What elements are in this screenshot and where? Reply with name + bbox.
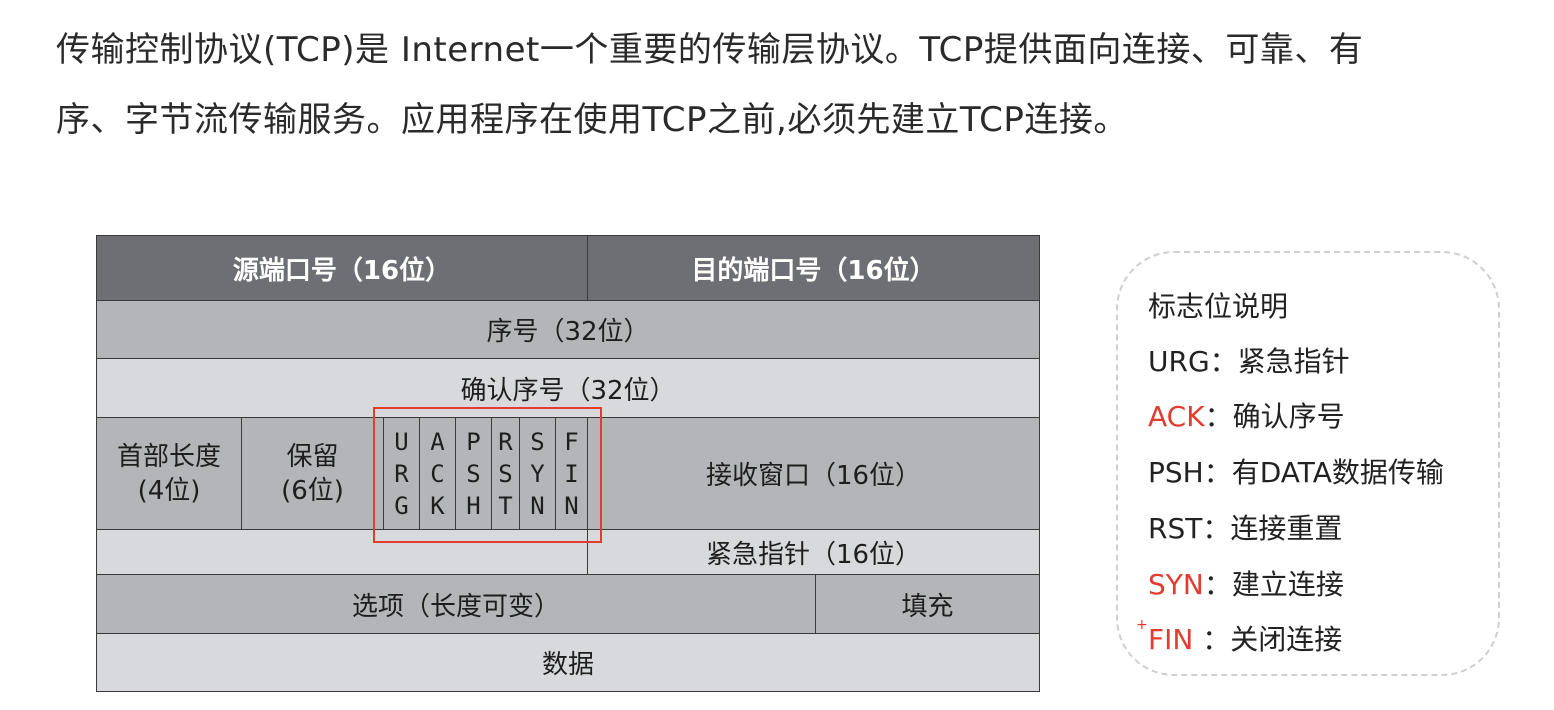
- legend-desc-psh: 有DATA数据传输: [1231, 456, 1444, 489]
- reserved-label: 保留: [286, 441, 339, 472]
- flag-fin-letter-1: F: [564, 427, 579, 456]
- sequence-number-field: 序号（32位）: [97, 301, 1039, 358]
- header-row-options: 选项（长度可变） 填充: [96, 574, 1040, 634]
- legend-sep-rst: ：: [1202, 512, 1231, 545]
- legend-sep-ack: ：: [1204, 400, 1233, 433]
- receive-window-field: 接收窗口（16位）: [587, 418, 1039, 529]
- flag-ack: A C K: [419, 418, 455, 529]
- legend-item-ack: ACK：确认序号: [1148, 395, 1345, 435]
- legend-fin-marker: +: [1136, 617, 1148, 633]
- flag-psh-letter-2: S: [466, 459, 481, 488]
- source-port-field: 源端口号（16位）: [97, 236, 587, 300]
- legend-code-psh: PSH: [1148, 456, 1204, 489]
- legend-item-urg: URG：紧急指针: [1148, 340, 1350, 380]
- reserved-field: 保留 (6位): [241, 418, 383, 529]
- flag-psh: P S H: [455, 418, 491, 529]
- legend-desc-urg: 紧急指针: [1237, 345, 1350, 378]
- flag-syn: S Y N: [519, 418, 555, 529]
- flag-ack-letter-1: A: [430, 427, 445, 456]
- legend-item-psh: PSH：有DATA数据传输: [1148, 451, 1444, 491]
- flag-urg-letter-1: U: [394, 427, 409, 456]
- intro-line-2: 序、字节流传输服务。应用程序在使用TCP之前,必须先建立TCP连接。: [56, 100, 1128, 140]
- intro-text: 传输控制协议(TCP)是 Internet一个重要的传输层协议。TCP提供面向连…: [56, 26, 1516, 144]
- checksum-field-blank: [97, 530, 587, 574]
- legend-sep-psh: ：: [1203, 456, 1232, 489]
- legend-code-rst: RST: [1148, 512, 1203, 545]
- legend-item-fin: FIN ：关闭连接: [1148, 618, 1342, 658]
- legend-desc-ack: 确认序号: [1232, 400, 1345, 433]
- flag-syn-letter-2: Y: [530, 459, 545, 488]
- legend-code-syn: SYN: [1148, 568, 1204, 601]
- flag-rst-letter-1: R: [498, 427, 513, 456]
- tcp-header-diagram: 源端口号（16位） 目的端口号（16位） 序号（32位） 确认序号（32位） 首…: [96, 235, 1040, 692]
- header-length-bits: (4位): [137, 475, 201, 506]
- legend-sep-urg: ：: [1209, 345, 1238, 378]
- padding-field: 填充: [815, 575, 1039, 633]
- data-field: 数据: [97, 634, 1039, 691]
- flag-urg: U R G: [383, 418, 419, 529]
- header-row-ports: 源端口号（16位） 目的端口号（16位）: [96, 235, 1040, 301]
- flag-fin-letter-3: N: [564, 491, 579, 520]
- header-row-flags: 首部长度 (4位) 保留 (6位) U R G A C K P S H R S …: [96, 417, 1040, 530]
- legend-desc-syn: 建立连接: [1231, 568, 1344, 601]
- flag-syn-letter-1: S: [530, 427, 545, 456]
- legend-item-rst: RST：连接重置: [1148, 507, 1342, 547]
- legend-desc-fin: 关闭连接: [1230, 623, 1343, 656]
- flag-rst: R S T: [491, 418, 519, 529]
- header-length-label: 首部长度: [116, 441, 221, 472]
- destination-port-field: 目的端口号（16位）: [587, 236, 1039, 300]
- legend-code-urg: URG: [1148, 345, 1210, 378]
- legend-desc-rst: 连接重置: [1230, 512, 1343, 545]
- flag-psh-letter-3: H: [466, 491, 481, 520]
- flags-legend: 标志位说明 URG：紧急指针 ACK：确认序号 PSH：有DATA数据传输 RS…: [1116, 251, 1500, 676]
- options-field: 选项（长度可变）: [97, 575, 815, 633]
- legend-item-syn: SYN：建立连接: [1148, 563, 1344, 603]
- intro-line-1: 传输控制协议(TCP)是 Internet一个重要的传输层协议。TCP提供面向连…: [56, 30, 1364, 70]
- legend-title: 标志位说明: [1148, 290, 1289, 323]
- legend-code-ack: ACK: [1148, 400, 1205, 433]
- legend-code-fin: FIN: [1148, 623, 1194, 656]
- flag-syn-letter-3: N: [530, 491, 545, 520]
- reserved-bits: (6位): [281, 475, 344, 506]
- legend-sep-syn: ：: [1203, 568, 1232, 601]
- ack-number-field: 确认序号（32位）: [97, 359, 1039, 417]
- flag-urg-letter-3: G: [394, 491, 409, 520]
- flag-fin: F I N: [555, 418, 587, 529]
- flag-rst-letter-2: S: [498, 459, 513, 488]
- flag-fin-letter-2: I: [564, 459, 579, 488]
- header-length-field: 首部长度 (4位): [97, 418, 241, 529]
- header-row-data: 数据: [96, 633, 1040, 692]
- legend-sep-fin: ：: [1193, 623, 1231, 656]
- header-row-urgent: 紧急指针（16位）: [96, 529, 1040, 575]
- header-row-ack: 确认序号（32位）: [96, 358, 1040, 418]
- header-row-seq: 序号（32位）: [96, 300, 1040, 359]
- flag-psh-letter-1: P: [466, 427, 481, 456]
- flag-urg-letter-2: R: [394, 459, 409, 488]
- urgent-pointer-field: 紧急指针（16位）: [587, 530, 1039, 574]
- flag-ack-letter-3: K: [430, 491, 445, 520]
- flag-rst-letter-3: T: [498, 491, 513, 520]
- flag-ack-letter-2: C: [430, 459, 445, 488]
